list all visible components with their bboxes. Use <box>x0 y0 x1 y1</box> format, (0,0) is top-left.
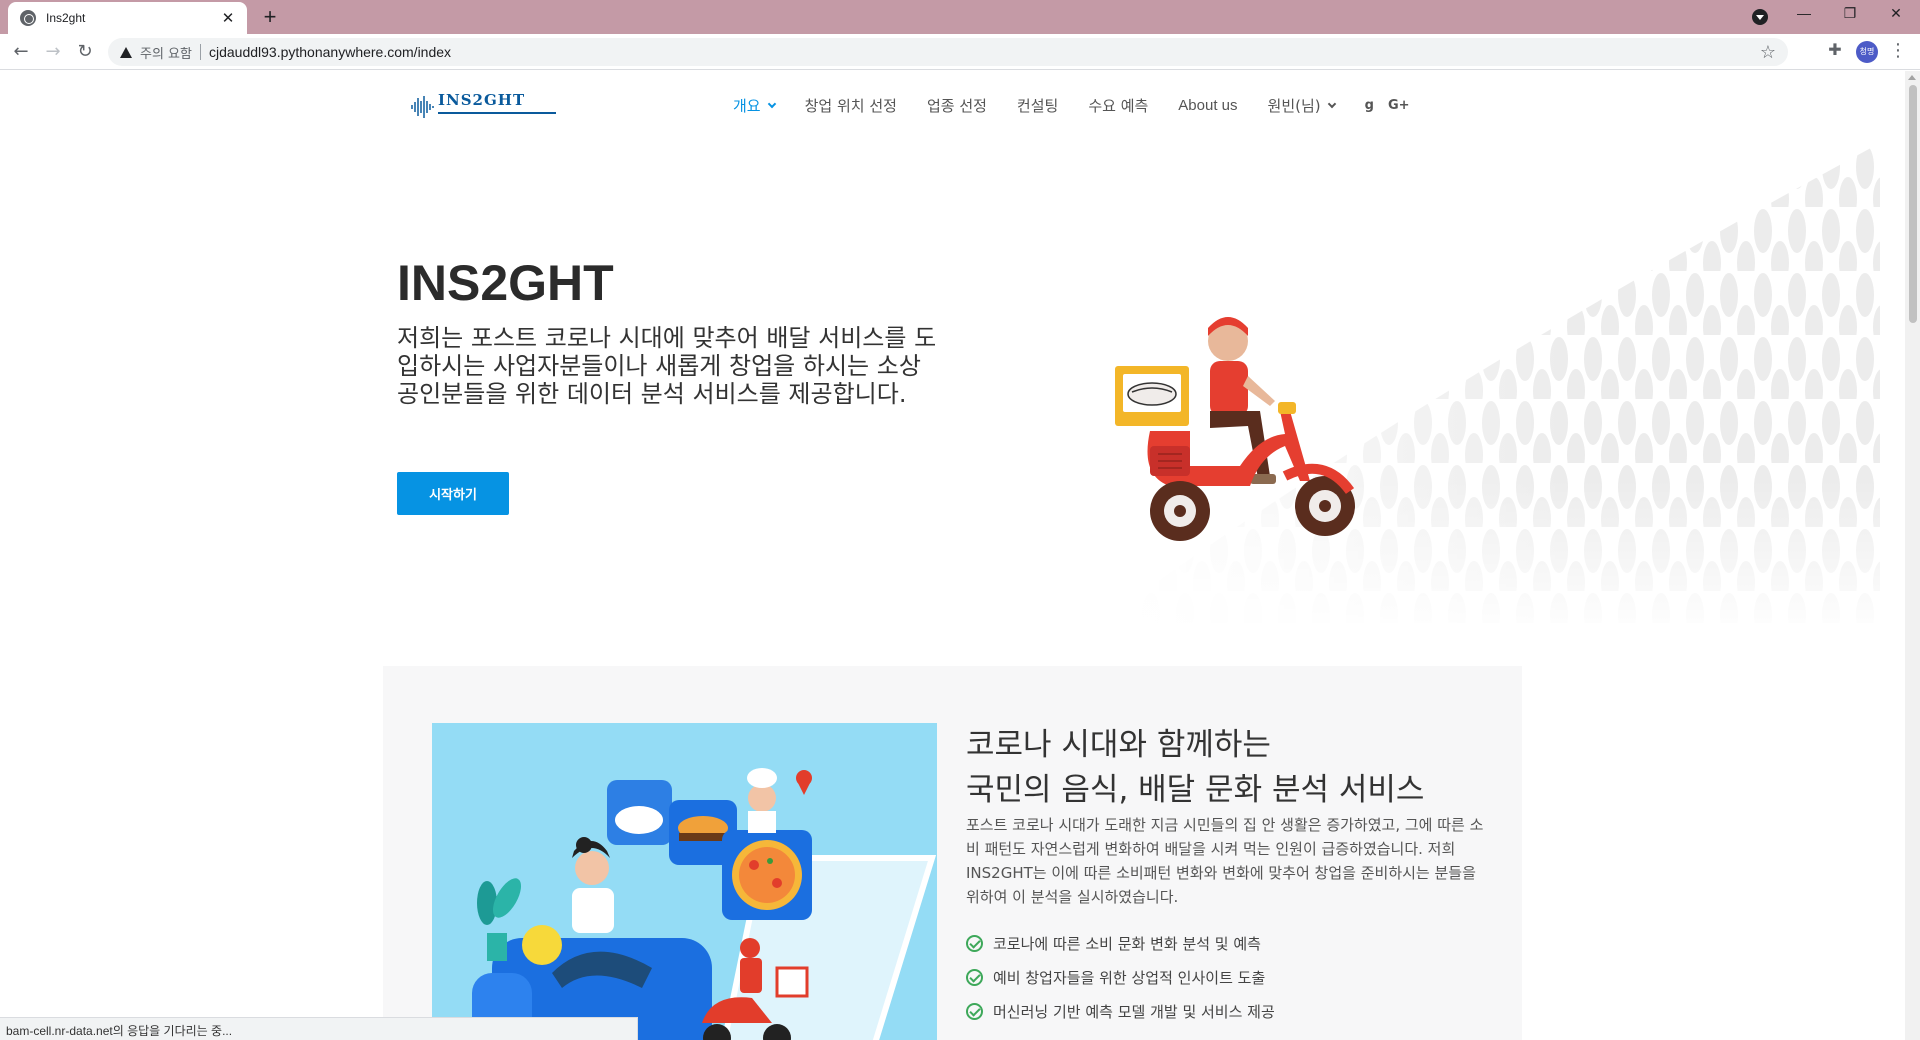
minimize-icon[interactable]: — <box>1792 5 1816 21</box>
page-viewport: INS2GHT 개요 창업 위치 선정 업종 선정 컨설팅 수요 예측 Abou… <box>0 71 1905 1040</box>
delivery-scooter-illustration <box>1115 317 1355 541</box>
list-item-text: 코로나에 따른 소비 문화 변화 분석 및 예측 <box>993 934 1261 953</box>
bookmark-star-icon[interactable]: ☆ <box>1760 42 1776 63</box>
page-scrollbar[interactable] <box>1905 71 1920 1040</box>
back-icon[interactable]: ← <box>8 40 34 64</box>
logo-underline <box>438 112 556 114</box>
feature-description: 포스트 코로나 시대가 도래한 지금 시민들의 집 안 생활은 증가하였고, 그… <box>966 816 1484 906</box>
nav-item-location[interactable]: 창업 위치 선정 <box>805 95 897 116</box>
feature-title-line1: 코로나 시대와 함께하는 <box>966 727 1271 763</box>
nav-label: 컨설팅 <box>1016 97 1059 115</box>
feature-title-line2: 국민의 음식, 배달 문화 분석 서비스 <box>966 772 1425 808</box>
feature-title: 코로나 시대와 함께하는 국민의 음식, 배달 문화 분석 서비스 <box>966 723 1506 813</box>
nav-item-demand-forecast[interactable]: 수요 예측 <box>1088 95 1148 116</box>
close-tab-icon[interactable]: ✕ <box>219 9 237 27</box>
github-icon[interactable]: g <box>1365 98 1374 113</box>
security-warning[interactable]: 주의 요함 <box>140 43 192 62</box>
browser-menu-icon[interactable]: ⋮ <box>1888 40 1908 61</box>
forward-icon[interactable]: → <box>40 40 66 64</box>
check-circle-icon <box>966 1002 983 1020</box>
tab-search-icon[interactable] <box>1752 9 1768 25</box>
google-plus-icon[interactable]: G+ <box>1388 98 1410 113</box>
browser-tab[interactable]: Ins2ght ✕ <box>8 2 247 34</box>
feature-section: 코로나 시대와 함께하는 국민의 음식, 배달 문화 분석 서비스 포스트 코로… <box>383 666 1522 1040</box>
food-delivery-illustration <box>432 723 937 1040</box>
nav-label: 수요 예측 <box>1088 97 1149 115</box>
nav-item-user-menu[interactable]: 원빈(님) <box>1267 95 1336 116</box>
status-bar: bam-cell.nr-data.net의 응답을 기다리는 중... <box>0 1017 638 1040</box>
browser-tabstrip: Ins2ght ✕ + — ❐ ✕ <box>0 0 1920 34</box>
start-button[interactable]: 시작하기 <box>397 472 509 515</box>
address-bar[interactable]: 주의 요함 cjdauddl93.pythonanywhere.com/inde… <box>108 38 1788 66</box>
list-item: 머신러닝 기반 예측 모델 개발 및 서비스 제공 <box>966 994 1275 1028</box>
reload-icon[interactable]: ↻ <box>72 40 98 64</box>
chevron-down-icon <box>1327 99 1336 108</box>
scrollbar-thumb[interactable] <box>1909 85 1917 323</box>
hero-description: 저희는 포스트 코로나 시대에 맞추어 배달 서비스를 도입하시는 사업자분들이… <box>397 324 937 408</box>
list-item-text: 예비 창업자들을 위한 상업적 인사이트 도출 <box>993 968 1266 987</box>
list-item-text: 머신러닝 기반 예측 모델 개발 및 서비스 제공 <box>993 1002 1275 1021</box>
sound-wave-icon <box>411 96 434 118</box>
list-item: 코로나에 따른 소비 문화 변화 분석 및 예측 <box>966 926 1275 960</box>
check-circle-icon <box>966 934 983 952</box>
nav-label: 개요 <box>733 97 761 115</box>
chevron-down-icon <box>767 99 776 108</box>
restore-icon[interactable]: ❐ <box>1838 5 1862 22</box>
nav-label: About us <box>1178 97 1238 114</box>
check-circle-icon <box>966 968 983 986</box>
profile-avatar[interactable]: 청명 <box>1856 41 1878 63</box>
globe-icon <box>20 10 36 26</box>
close-window-icon[interactable]: ✕ <box>1884 5 1908 22</box>
nav-item-about-us[interactable]: About us <box>1178 97 1237 114</box>
scroll-up-icon[interactable] <box>1908 75 1916 80</box>
nav-label: 업종 선정 <box>926 97 987 115</box>
nav-item-consulting[interactable]: 컨설팅 <box>1017 95 1058 116</box>
site-logo[interactable]: INS2GHT <box>410 91 560 121</box>
omnibox-divider <box>199 44 201 60</box>
logo-text: INS2GHT <box>438 91 526 109</box>
list-item: 예비 창업자들을 위한 상업적 인사이트 도출 <box>966 960 1275 994</box>
new-tab-button[interactable]: + <box>258 5 282 29</box>
extensions-puzzle-icon[interactable]: ✚ <box>1824 40 1846 59</box>
warning-icon[interactable] <box>120 46 132 58</box>
browser-toolbar: ← → ↻ 주의 요함 cjdauddl93.pythonanywhere.co… <box>0 34 1920 70</box>
nav-label: 창업 위치 선정 <box>804 97 897 115</box>
nav-item-overview[interactable]: 개요 <box>733 95 776 116</box>
tab-title: Ins2ght <box>46 11 86 25</box>
nav-label: 원빈(님) <box>1267 97 1321 115</box>
hero-title: INS2GHT <box>397 255 614 311</box>
main-nav: 개요 창업 위치 선정 업종 선정 컨설팅 수요 예측 About us 원빈(… <box>733 95 1424 116</box>
url-text[interactable]: cjdauddl93.pythonanywhere.com/index <box>209 44 451 60</box>
feature-list: 코로나에 따른 소비 문화 변화 분석 및 예측 예비 창업자들을 위한 상업적… <box>966 926 1275 1028</box>
nav-item-business-type[interactable]: 업종 선정 <box>927 95 987 116</box>
